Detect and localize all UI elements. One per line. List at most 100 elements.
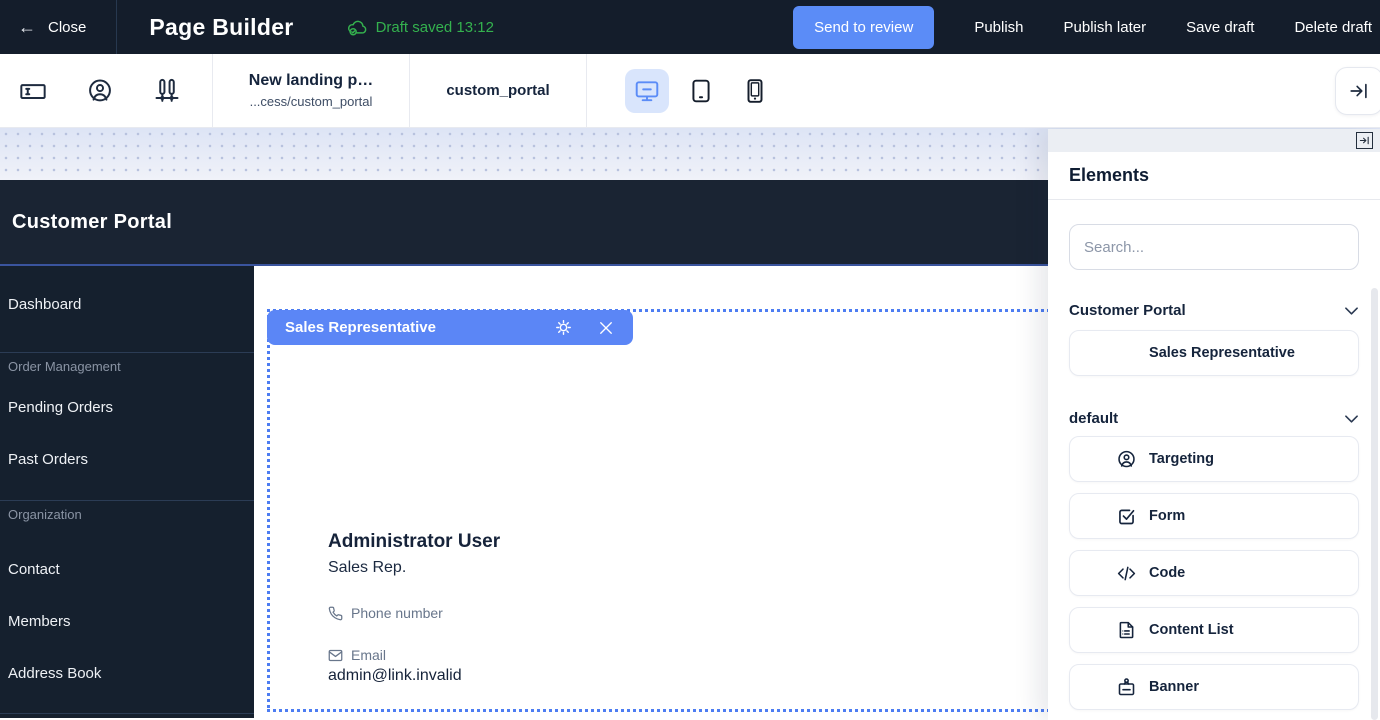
- selection-border-left: [267, 309, 270, 712]
- drag-handle-icon[interactable]: [1091, 452, 1100, 466]
- close-icon: [597, 319, 615, 337]
- save-draft-button[interactable]: Save draft: [1186, 19, 1254, 36]
- selected-element-label[interactable]: Sales Representative: [267, 310, 633, 345]
- rep-email-row: Email: [328, 647, 386, 663]
- page-path: ...cess/custom_portal: [213, 94, 409, 109]
- device-mobile-button[interactable]: [733, 69, 777, 113]
- element-item-sales-representative[interactable]: Sales Representative: [1069, 330, 1359, 376]
- elements-panel: Elements Customer Portal Sales Represent…: [1048, 129, 1380, 720]
- page-title-block[interactable]: New landing p… ...cess/custom_portal: [213, 72, 409, 109]
- page-name: New landing p…: [213, 72, 409, 90]
- sidebar-item-members[interactable]: Members: [0, 595, 254, 647]
- rep-phone-label: Phone number: [351, 605, 443, 621]
- device-preview-switcher: [625, 69, 777, 113]
- drag-handle-icon[interactable]: [1057, 134, 1066, 148]
- sidebar-item-address-book[interactable]: Address Book: [0, 647, 254, 699]
- content-list-icon: [1116, 620, 1137, 641]
- collapse-panel-button[interactable]: [1335, 67, 1380, 115]
- section-label: Customer Portal: [1069, 302, 1186, 319]
- panel-divider: [1048, 199, 1380, 200]
- sidebar-item-past-orders[interactable]: Past Orders: [0, 433, 254, 485]
- element-item-targeting[interactable]: Targeting: [1069, 436, 1359, 482]
- search-input[interactable]: [1069, 224, 1359, 270]
- toolbar-tools: [0, 77, 212, 105]
- element-item-label: Content List: [1149, 622, 1234, 638]
- sidebar-item-dashboard[interactable]: Dashboard: [0, 278, 254, 330]
- desktop-icon: [634, 78, 660, 104]
- sidebar-item-contact[interactable]: Contact: [0, 543, 254, 595]
- toolbar-divider: [586, 54, 587, 127]
- panel-scrollbar[interactable]: [1371, 288, 1378, 720]
- back-arrow-icon: ←: [18, 18, 36, 36]
- preview-page-title: Customer Portal: [12, 211, 172, 234]
- rep-email-value: admin@link.invalid: [328, 667, 462, 685]
- drag-handle-icon[interactable]: [1091, 566, 1100, 580]
- toolbar: New landing p… ...cess/custom_portal cus…: [0, 54, 1380, 128]
- form-icon: [1116, 506, 1137, 527]
- preview-sidebar: Dashboard Order Management Pending Order…: [0, 266, 254, 718]
- page-builder-app: ← Close Page Builder Draft saved 13:12 S…: [0, 0, 1380, 720]
- element-item-label: Form: [1149, 508, 1185, 524]
- chevron-down-icon: [1344, 305, 1359, 317]
- panel-title: Elements: [1069, 165, 1359, 186]
- audience-tool-button[interactable]: [86, 77, 114, 105]
- element-item-banner[interactable]: Banner: [1069, 664, 1359, 710]
- element-item-label: Sales Representative: [1100, 345, 1344, 361]
- sliders-tool-button[interactable]: [153, 77, 181, 105]
- topbar: ← Close Page Builder Draft saved 13:12 S…: [0, 0, 1380, 54]
- topbar-divider: [116, 0, 117, 54]
- drag-handle-icon[interactable]: [1091, 346, 1100, 360]
- envelope-icon: [328, 648, 343, 663]
- drag-handle-icon[interactable]: [1091, 509, 1100, 523]
- element-settings-button[interactable]: [554, 318, 573, 337]
- section-label: default: [1069, 410, 1118, 427]
- rep-role: Sales Rep.: [328, 559, 406, 577]
- deselect-element-button[interactable]: [597, 319, 615, 337]
- mobile-icon: [742, 78, 768, 104]
- gear-icon: [554, 318, 573, 337]
- banner-icon: [1116, 677, 1137, 698]
- draft-status: Draft saved 13:12: [346, 16, 494, 38]
- element-item-label: Code: [1149, 565, 1185, 581]
- element-item-content-list[interactable]: Content List: [1069, 607, 1359, 653]
- cloud-check-icon: [346, 16, 368, 38]
- panel-collapse-button[interactable]: [1356, 132, 1373, 149]
- drag-handle-icon[interactable]: [1091, 680, 1100, 694]
- arrow-to-bar-icon: [1359, 135, 1370, 146]
- targeting-icon: [1116, 449, 1137, 470]
- publish-later-button[interactable]: Publish later: [1064, 19, 1147, 36]
- topbar-actions: Send to review Publish Publish later Sav…: [793, 6, 1380, 49]
- element-item-label: Banner: [1149, 679, 1199, 695]
- panel-body: Elements Customer Portal Sales Represent…: [1048, 165, 1380, 710]
- element-item-form[interactable]: Form: [1069, 493, 1359, 539]
- arrow-to-bar-icon: [1348, 80, 1370, 102]
- chevron-down-icon: [1344, 413, 1359, 425]
- element-item-label: Targeting: [1149, 451, 1214, 467]
- person-circle-icon: [86, 77, 114, 105]
- text-field-icon: [19, 77, 47, 105]
- sidebar-item-settings[interactable]: Settings: [0, 714, 254, 720]
- close-button[interactable]: ← Close: [0, 0, 116, 54]
- page-slug-tab[interactable]: custom_portal: [410, 82, 586, 99]
- selection-border-bottom: [267, 709, 1062, 712]
- section-header-customer-portal[interactable]: Customer Portal: [1069, 302, 1359, 319]
- sidebar-item-pending-orders[interactable]: Pending Orders: [0, 381, 254, 433]
- sliders-icon: [153, 77, 181, 105]
- send-to-review-button[interactable]: Send to review: [793, 6, 934, 49]
- tablet-icon: [688, 78, 714, 104]
- device-desktop-button[interactable]: [625, 69, 669, 113]
- selected-element-name: Sales Representative: [285, 319, 530, 336]
- element-item-code[interactable]: Code: [1069, 550, 1359, 596]
- drag-handle-icon[interactable]: [1091, 623, 1100, 637]
- close-label: Close: [48, 19, 86, 36]
- rep-phone-row: Phone number: [328, 605, 443, 621]
- sidebar-section-order-management: Order Management: [0, 353, 254, 381]
- panel-grab-bar[interactable]: [1048, 129, 1380, 152]
- text-field-tool-button[interactable]: [19, 77, 47, 105]
- device-tablet-button[interactable]: [679, 69, 723, 113]
- sidebar-section-organization: Organization: [0, 501, 254, 529]
- publish-button[interactable]: Publish: [974, 19, 1023, 36]
- section-header-default[interactable]: default: [1069, 410, 1359, 427]
- phone-icon: [328, 606, 343, 621]
- delete-draft-button[interactable]: Delete draft: [1294, 19, 1372, 36]
